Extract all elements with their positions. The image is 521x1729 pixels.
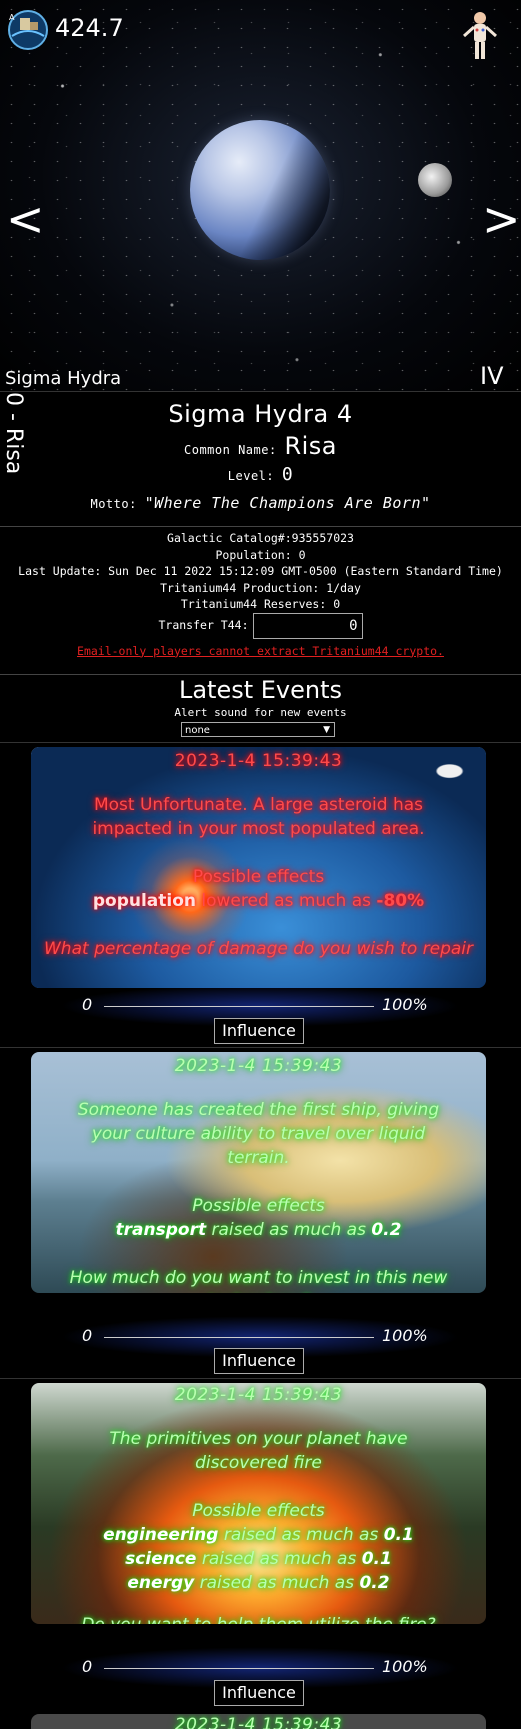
influence-slider-row: 0 100%	[0, 1647, 521, 1689]
event-question: What percentage of damage do you wish to…	[44, 939, 473, 959]
last-update: Last Update: Sun Dec 11 2022 15:12:09 GM…	[18, 564, 503, 578]
planet-title: Sigma Hydra 4	[168, 400, 353, 428]
effect-text: raised as much as	[223, 1525, 379, 1545]
effects-title: Possible effects	[192, 1196, 325, 1216]
event-message: The primitives on your planet have disco…	[109, 1429, 408, 1473]
effect-text: raised as much as	[211, 1220, 366, 1240]
divider	[0, 674, 521, 675]
event-timestamp: 2023-1-4 15:39:43	[174, 1385, 343, 1405]
slider-max: 100%	[382, 1326, 428, 1345]
event-card-partial: 2023-1-4 15:39:43	[31, 1714, 486, 1729]
divider	[0, 1378, 521, 1379]
alert-sound-label: Alert sound for new events	[174, 706, 347, 719]
influence-button[interactable]: Influence	[214, 1018, 304, 1044]
motto-label: Motto:	[90, 497, 137, 511]
t44-reserves: Tritanium44 Reserves: 0	[180, 597, 341, 611]
effects-title: Possible effects	[192, 1501, 325, 1521]
event-card-ship: 2023-1-4 15:39:43 Someone has created th…	[31, 1052, 486, 1293]
effect-value: 0.1	[383, 1525, 414, 1545]
event-message: Someone has created the first ship, givi…	[77, 1100, 440, 1168]
effect-value: -80%	[376, 891, 425, 911]
effect-row: science raised as much as 0.1	[31, 1547, 486, 1571]
event-timestamp: 2023-1-4 15:39:43	[174, 751, 343, 771]
event-question: Do you want to help them utilize the fir…	[39, 1613, 478, 1624]
event-timestamp: 2023-1-4 15:39:43	[174, 1715, 343, 1729]
next-planet-button[interactable]: >	[482, 196, 521, 242]
influence-slider-row: 0 100%	[0, 985, 521, 1027]
effect-row: transport raised as much as 0.2	[31, 1218, 486, 1242]
planet-number: IV	[480, 362, 504, 390]
common-name-label: Common Name:	[184, 443, 277, 457]
latest-events-title: Latest Events	[178, 676, 343, 704]
slider-max: 100%	[382, 995, 428, 1014]
effect-stat: engineering	[103, 1525, 219, 1545]
effect-stat: population	[92, 891, 196, 911]
planet-info: Sigma Hydra 4 Common Name: Risa Level: 0…	[0, 392, 521, 526]
event-message: Most Unfortunate. A large asteroid has i…	[92, 795, 425, 839]
alert-sound-select[interactable]: none ▼	[181, 722, 335, 737]
influence-slider[interactable]	[104, 1006, 374, 1007]
motto-row: Motto: "Where The Champions Are Born"	[0, 494, 521, 512]
effect-text: raised as much as	[199, 1573, 355, 1593]
population: Population: 0	[215, 547, 306, 562]
effect-stat: transport	[115, 1220, 207, 1240]
planet-image	[190, 120, 330, 260]
transfer-t44-input[interactable]: 0	[252, 612, 363, 639]
common-name-row: Common Name: Risa	[0, 432, 521, 460]
chevron-down-icon: ▼	[323, 725, 330, 735]
effects-title: Possible effects	[192, 867, 325, 887]
divider	[0, 526, 521, 527]
effect-stat: science	[125, 1549, 197, 1569]
moon-image	[418, 163, 452, 197]
effect-stat: energy	[127, 1573, 195, 1593]
divider	[0, 742, 521, 743]
divider	[0, 1047, 521, 1048]
slider-min: 0	[82, 1326, 93, 1345]
astronaut-avatar-icon[interactable]	[458, 10, 502, 62]
influence-slider[interactable]	[104, 1337, 374, 1338]
effect-value: 0.1	[361, 1549, 392, 1569]
effect-value: 0.2	[371, 1220, 402, 1240]
catalog-section: Galactic Catalog#:935557023 Population: …	[0, 530, 521, 659]
slider-max: 100%	[382, 1657, 428, 1676]
level-label: Level:	[227, 469, 275, 483]
level-value: 0	[281, 464, 294, 485]
slider-min: 0	[82, 995, 93, 1014]
influence-button[interactable]: Influence	[214, 1348, 304, 1374]
galactic-catalog: Galactic Catalog#:935557023	[167, 531, 354, 545]
t44-balance: 424.7	[55, 14, 124, 42]
effect-row: population lowered as much as -80%	[31, 889, 486, 913]
level-row: Level: 0	[0, 464, 521, 485]
prev-planet-button[interactable]: <	[6, 196, 45, 242]
event-question: How much do you want to invest in this n…	[69, 1268, 448, 1293]
influence-button[interactable]: Influence	[214, 1680, 304, 1706]
effect-row: engineering raised as much as 0.1	[31, 1523, 486, 1547]
event-timestamp: 2023-1-4 15:39:43	[174, 1056, 343, 1076]
system-name: Sigma Hydra	[5, 368, 122, 389]
planet-viewer: A 424.7 < > Sigma Hydra IV	[0, 0, 521, 392]
transfer-row: Transfer T44: 0	[158, 612, 363, 639]
slider-min: 0	[82, 1657, 93, 1676]
influence-slider[interactable]	[104, 1668, 374, 1669]
common-name-value: Risa	[284, 432, 337, 460]
event-card-fire: 2023-1-4 15:39:43 The primitives on your…	[31, 1383, 486, 1624]
event-card-asteroid: 2023-1-4 15:39:43 Most Unfortunate. A la…	[31, 747, 486, 988]
effect-text: lowered as much as	[201, 891, 371, 911]
effect-value: 0.2	[359, 1573, 390, 1593]
effect-text: raised as much as	[201, 1549, 357, 1569]
email-only-warning-link[interactable]: Email-only players cannot extract Tritan…	[0, 643, 521, 660]
motto-value: "Where The Champions Are Born"	[144, 494, 431, 512]
effect-row: energy raised as much as 0.2	[31, 1571, 486, 1595]
tritanium-coin-icon: A	[8, 10, 48, 50]
t44-production: Tritanium44 Production: 1/day	[160, 580, 361, 595]
influence-slider-row: 0 100%	[0, 1316, 521, 1358]
svg-text:A: A	[9, 13, 15, 22]
transfer-label: Transfer T44:	[158, 618, 249, 633]
